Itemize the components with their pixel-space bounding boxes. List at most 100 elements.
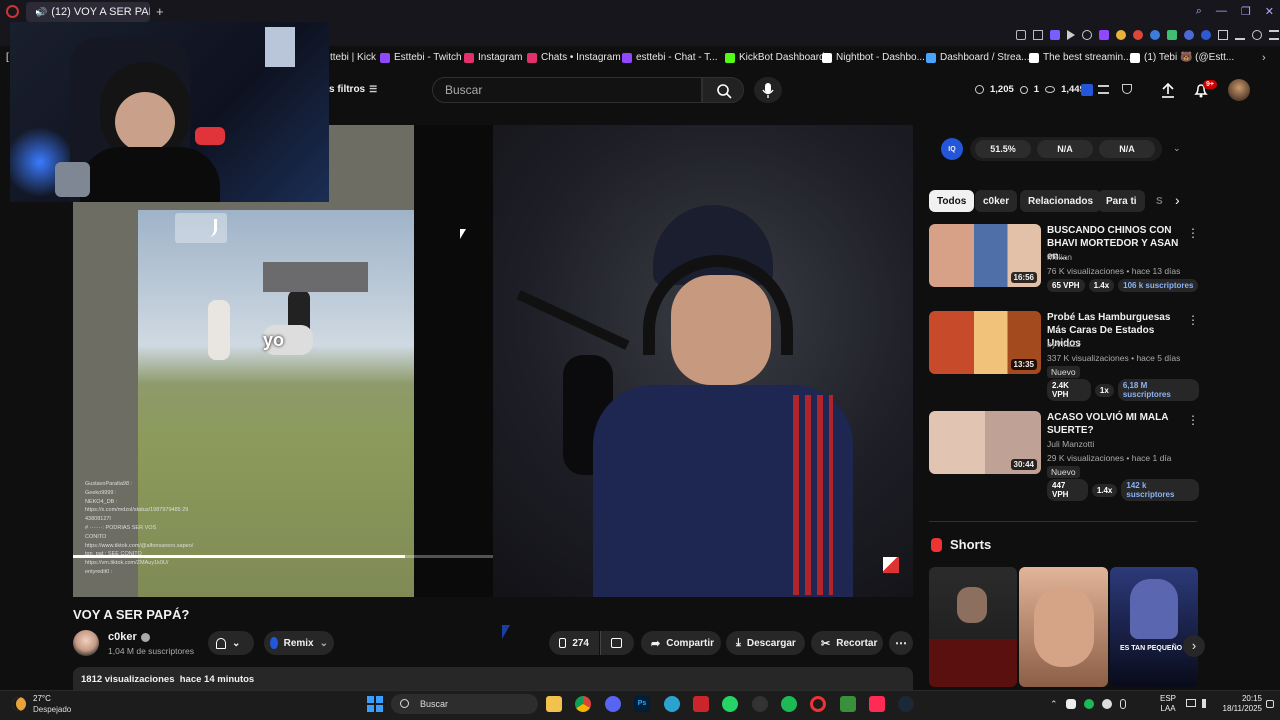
video-channel[interactable]: byViruZz — [1047, 339, 1080, 349]
progress-bar[interactable] — [73, 555, 493, 558]
file-explorer-icon[interactable] — [546, 696, 562, 712]
short-1[interactable] — [929, 567, 1017, 687]
list-icon[interactable] — [1098, 85, 1109, 94]
recommended-video[interactable]: 13:35 Probé Las Hamburguesas Más Caras De… — [929, 311, 1199, 401]
app-dark-icon[interactable] — [752, 696, 768, 712]
menu-icon[interactable] — [1269, 30, 1279, 40]
app-red-icon[interactable] — [693, 696, 709, 712]
taskbar-search[interactable]: Buscar — [391, 694, 538, 714]
shield-icon[interactable] — [1050, 30, 1060, 40]
snapshot-icon[interactable] — [1033, 30, 1043, 40]
filter-chip[interactable]: Todos — [929, 190, 975, 212]
whatsapp-icon[interactable] — [722, 696, 738, 712]
app-green-icon[interactable] — [840, 696, 856, 712]
tray-spotify-icon[interactable] — [1083, 699, 1094, 709]
browser-tab-active[interactable]: 🔊 (12) VOY A SER PAPÁ? — [26, 2, 150, 22]
more-options-icon[interactable]: ⋮ — [1187, 313, 1199, 327]
upload-button[interactable] — [1160, 82, 1176, 98]
tray-status-icons[interactable] — [1186, 699, 1211, 708]
recommended-video[interactable]: 30:44 ACASO VOLVIÓ MI MALA SUERTE? ⋮ Juli M… — [929, 411, 1199, 501]
more-options-icon[interactable]: ⋮ — [1187, 226, 1199, 240]
opera-icon[interactable] — [810, 696, 826, 712]
account-avatar[interactable] — [1228, 79, 1250, 101]
dislike-button[interactable] — [600, 631, 634, 655]
clip-button[interactable]: ✂ Recortar — [811, 631, 883, 655]
pin-icon[interactable] — [1016, 30, 1026, 40]
tray-steam-icon[interactable] — [1101, 699, 1112, 709]
bookmark-item[interactable]: (1) Tebi 🐻 (@Estt... — [1130, 52, 1234, 63]
ext-green-icon[interactable] — [1167, 30, 1177, 40]
iq-badge[interactable]: IQ — [941, 138, 963, 160]
weather-icon[interactable] — [12, 697, 26, 711]
bookmark-item[interactable]: Dashboard / Strea... — [926, 52, 1030, 63]
ext-red-icon[interactable] — [1133, 30, 1143, 40]
close-icon[interactable]: ✕ — [1265, 5, 1274, 18]
start-button[interactable] — [367, 696, 383, 712]
language-indicator[interactable]: ESP LAA — [1160, 694, 1176, 714]
remix-button[interactable]: Remix ⌄ — [264, 631, 334, 655]
share-button[interactable]: ➦ Compartir — [641, 631, 721, 655]
filter-chip[interactable]: c0ker — [975, 190, 1018, 212]
video-channel[interactable]: Melian — [1047, 252, 1072, 262]
more-options-icon[interactable]: ⋮ — [1187, 413, 1199, 427]
channel-avatar[interactable] — [73, 630, 99, 656]
short-2[interactable] — [1019, 567, 1108, 687]
search-button[interactable] — [702, 77, 744, 103]
notification-center-icon[interactable] — [1266, 700, 1274, 708]
minimize-icon[interactable]: — — [1216, 5, 1227, 18]
bookmark-item[interactable]: KickBot Dashboard — [725, 52, 825, 63]
more-actions-button[interactable]: ⋯ — [889, 631, 913, 655]
spotify-icon[interactable] — [781, 696, 797, 712]
maximize-icon[interactable]: ❐ — [1241, 5, 1251, 18]
bookmarks-more-icon[interactable]: › — [1262, 52, 1266, 64]
tray-chevron-icon[interactable]: ⌃ — [1050, 699, 1058, 710]
subscribed-button[interactable]: ⌄ — [208, 631, 254, 655]
video-thumbnail[interactable]: 16:56 — [929, 224, 1041, 287]
heart-icon[interactable] — [1082, 30, 1092, 40]
tray-mic-icon[interactable] — [1119, 699, 1126, 709]
filter-chip[interactable]: Para ti — [1098, 190, 1145, 212]
download-button[interactable]: ⤓ Descargar — [726, 631, 805, 655]
opera-logo-icon[interactable] — [6, 5, 19, 18]
new-tab-button[interactable]: + — [156, 4, 164, 19]
steam-icon[interactable] — [898, 696, 914, 712]
ext-twitch-icon[interactable] — [1099, 30, 1109, 40]
tray-discord-icon[interactable] — [1065, 699, 1076, 709]
bookmark-item[interactable]: Instagram — [464, 52, 522, 63]
clock[interactable]: 20:15 18/11/2025 — [1220, 694, 1262, 714]
voice-search-button[interactable] — [754, 77, 782, 103]
play-icon[interactable] — [1067, 30, 1075, 40]
shorts-next-button[interactable]: › — [1183, 635, 1205, 657]
video-thumbnail[interactable]: 30:44 — [929, 411, 1041, 474]
bookmark-item[interactable]: The best streamin... — [1029, 52, 1131, 63]
filters-button[interactable]: s filtros ☰ — [329, 84, 377, 95]
discord-icon[interactable] — [605, 696, 621, 712]
ext-blue-icon[interactable] — [1150, 30, 1160, 40]
iq-expand-icon[interactable]: ⌄ — [1173, 143, 1181, 154]
filter-chip[interactable]: Relacionados — [1020, 190, 1102, 212]
tiktok-icon[interactable] — [869, 696, 885, 712]
like-button[interactable]: 274 — [549, 631, 599, 655]
bookmark-item[interactable]: Chats • Instagram — [527, 52, 621, 63]
recommended-video[interactable]: 16:56 BUSCANDO CHINOS CON BHAVI MORTEDOR … — [929, 224, 1199, 304]
short-3[interactable]: ES TAN PEQUEÑO — [1110, 567, 1198, 687]
filter-chip[interactable]: S — [1148, 190, 1171, 212]
edge-icon[interactable] — [664, 696, 680, 712]
video-title[interactable]: ACASO VOLVIÓ MI MALA SUERTE? — [1047, 411, 1187, 437]
chrome-icon[interactable] — [575, 696, 591, 712]
puzzle-icon[interactable] — [1218, 30, 1228, 40]
ext-blue2-icon[interactable] — [1184, 30, 1194, 40]
photoshop-icon[interactable]: Ps — [634, 696, 650, 712]
ext-indigo-icon[interactable] — [1201, 30, 1211, 40]
video-channel[interactable]: Juli Manzotti — [1047, 439, 1094, 449]
bookmark-item[interactable]: ttebi | Kick — [330, 52, 376, 63]
channel-name[interactable]: c0ker — [108, 631, 150, 643]
bookmark-item[interactable]: Nightbot - Dashbo... — [822, 52, 925, 63]
search-input[interactable]: Buscar — [432, 77, 702, 103]
bookmark-item[interactable]: Esttebi - Twitch — [380, 52, 462, 63]
trophy-icon[interactable] — [1122, 84, 1132, 94]
ext-coin-icon[interactable] — [1116, 30, 1126, 40]
bookmark-item[interactable]: esttebi - Chat - T... — [622, 52, 718, 63]
description-box[interactable]: 1812 visualizaciones hace 14 minutos — [73, 667, 913, 691]
chips-next-icon[interactable]: › — [1175, 192, 1180, 208]
